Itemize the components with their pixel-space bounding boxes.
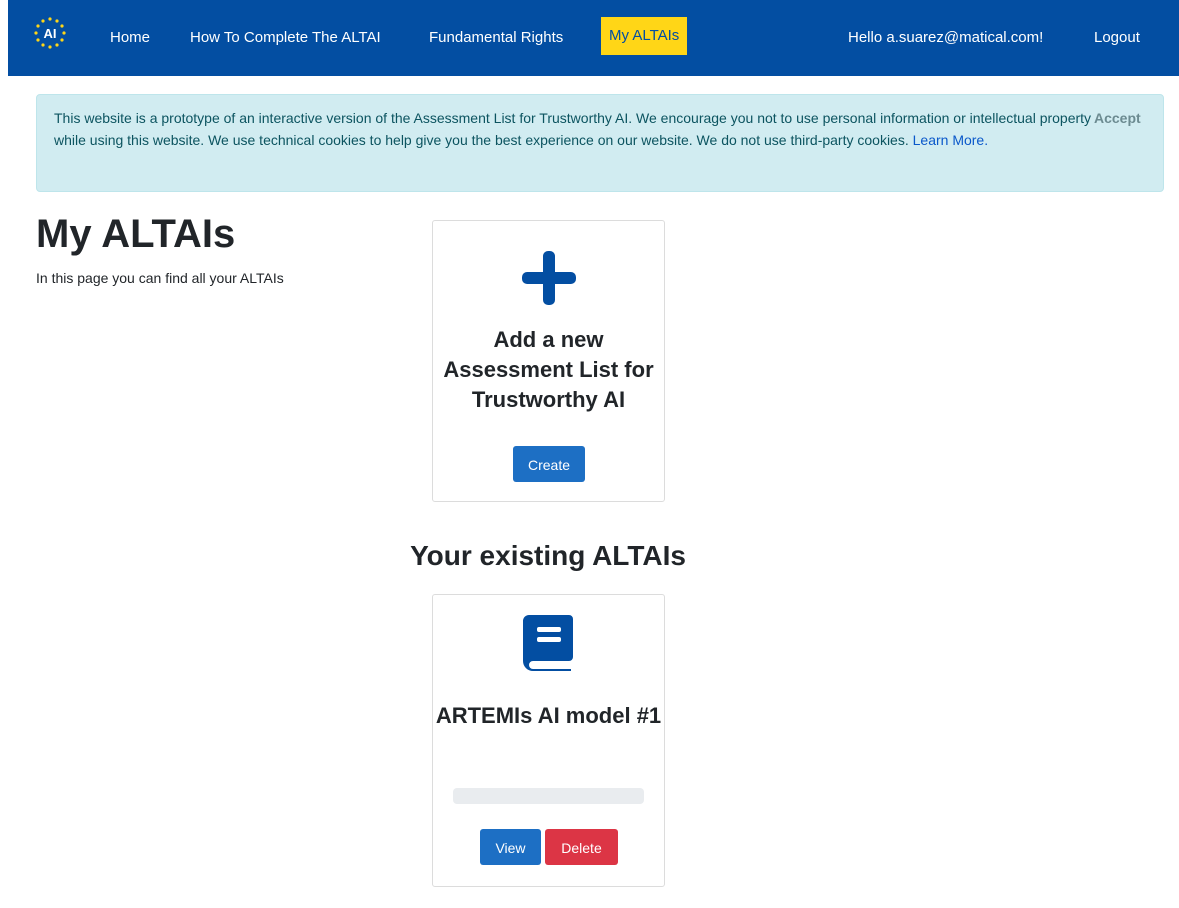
user-greeting: Hello a.suarez@matical.com! xyxy=(848,29,1044,46)
delete-button[interactable]: Delete xyxy=(545,829,618,865)
nav-how-to-complete[interactable]: How To Complete The ALTAI xyxy=(190,19,381,57)
left-edge xyxy=(0,0,8,908)
book-icon xyxy=(523,615,573,671)
navbar: AI Home How To Complete The ALTAI Fundam… xyxy=(8,0,1179,76)
altai-title: ARTEMIs AI model #1 xyxy=(435,703,662,728)
eu-ai-logo-icon[interactable]: AI xyxy=(33,16,67,50)
cookie-notice: This website is a prototype of an intera… xyxy=(36,94,1164,192)
cookie-notice-text: This website is a prototype of an intera… xyxy=(54,107,1094,151)
create-button[interactable]: Create xyxy=(513,446,585,482)
svg-text:AI: AI xyxy=(44,26,57,41)
nav-my-altais[interactable]: My ALTAIs xyxy=(601,17,688,55)
view-button[interactable]: View xyxy=(480,829,541,865)
learn-more-link[interactable]: Learn More. xyxy=(913,132,988,148)
existing-section-title: Your existing ALTAIs xyxy=(410,540,686,571)
page-title: My ALTAIs xyxy=(36,212,236,256)
logout-link[interactable]: Logout xyxy=(1094,19,1140,57)
new-altai-title: Add a new Assessment List for Trustworth… xyxy=(443,327,654,412)
accept-cookies-button[interactable]: Accept xyxy=(1094,107,1141,129)
nav-fundamental-rights[interactable]: Fundamental Rights xyxy=(429,19,563,57)
altai-progress-bar xyxy=(453,788,644,804)
plus-icon xyxy=(522,251,576,305)
altai-card: ARTEMIs AI model #1 View Delete xyxy=(432,594,665,887)
new-altai-card: Add a new Assessment List for Trustworth… xyxy=(432,220,665,502)
page-subtitle: In this page you can find all your ALTAI… xyxy=(36,270,284,286)
nav-home[interactable]: Home xyxy=(110,19,150,57)
